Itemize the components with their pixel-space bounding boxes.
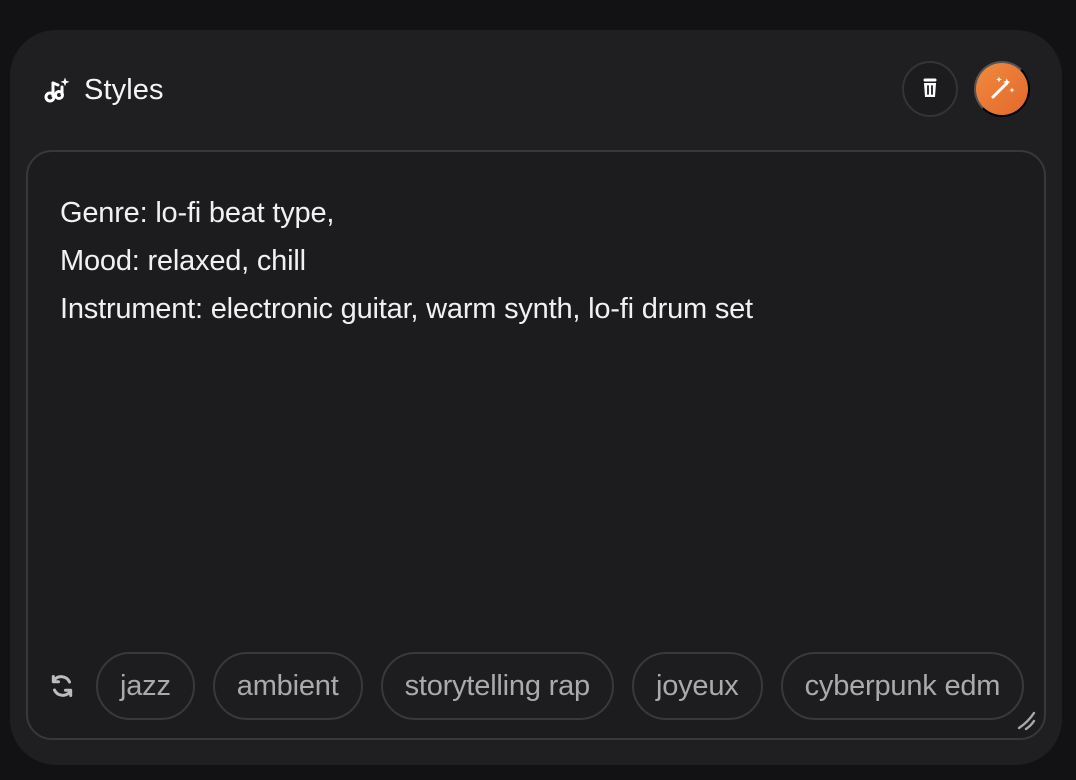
- genre-line: Genre: lo-fi beat type,: [60, 197, 335, 229]
- mood-line: Mood: relaxed, chill: [60, 245, 306, 277]
- magic-wand-icon: [987, 73, 1017, 106]
- style-prompt-text[interactable]: Genre: lo-fi beat type, Mood: relaxed, c…: [60, 189, 1012, 333]
- panel-title: Styles: [84, 74, 164, 106]
- styles-panel: Styles Genre: lo-fi beat type, Mood: rel…: [10, 30, 1062, 765]
- trash-icon: [919, 76, 941, 103]
- refresh-icon[interactable]: [46, 670, 78, 702]
- suggestion-chip-cyberpunk-edm[interactable]: cyberpunk edm: [780, 652, 1025, 720]
- resize-handle-icon[interactable]: [1015, 709, 1037, 731]
- style-suggestions: jazz ambient storytelling rap joyeux cyb…: [46, 650, 1044, 722]
- styles-editor[interactable]: Genre: lo-fi beat type, Mood: relaxed, c…: [26, 150, 1046, 740]
- suggestion-chip-jazz[interactable]: jazz: [96, 652, 195, 720]
- magic-style-button[interactable]: [974, 61, 1030, 117]
- suggestion-chip-storytelling-rap[interactable]: storytelling rap: [380, 652, 614, 720]
- delete-button[interactable]: [902, 61, 958, 117]
- suggestion-chip-joyeux[interactable]: joyeux: [631, 652, 763, 720]
- suggestion-chip-ambient[interactable]: ambient: [212, 652, 363, 720]
- instrument-line: Instrument: electronic guitar, warm synt…: [60, 293, 753, 325]
- music-note-sparkle-icon: [44, 77, 72, 105]
